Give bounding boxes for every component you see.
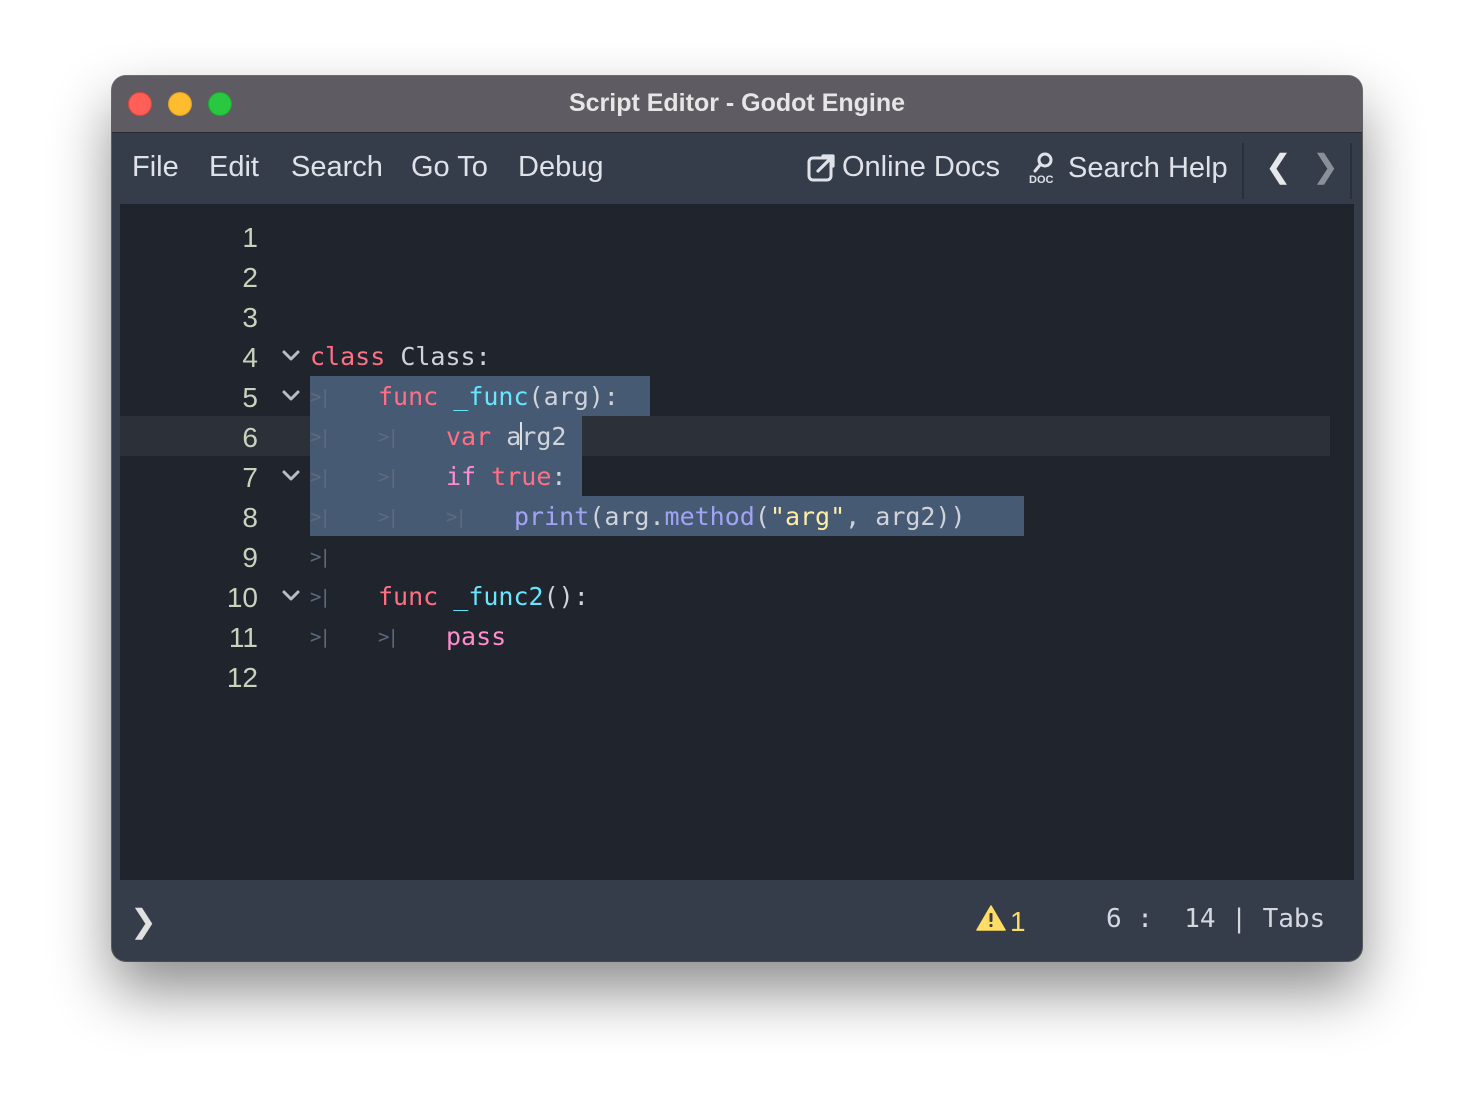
code-text: pass [446,622,507,651]
forward-arrow-icon[interactable]: ❯ [1312,147,1339,185]
indent-mode[interactable]: Tabs [1263,904,1326,934]
code-text: class Class: [310,342,491,371]
menu-file[interactable]: File [132,151,179,184]
online-docs-button[interactable]: Online Docs [806,151,1000,184]
tab-indicator-icon: >| [378,506,399,528]
cursor-line: 6 [1106,904,1122,934]
fold-chevron-icon[interactable] [280,344,302,366]
line-number: 5 [242,382,258,413]
code-line: 8 >| >| >| print(arg.method("arg", arg2)… [120,496,1354,536]
code-line: 7 >| >| if true: [120,456,1354,496]
line-number: 11 [228,622,258,653]
toolbar-divider [1350,143,1352,199]
line-number: 3 [242,302,258,333]
external-link-icon [806,153,836,183]
tab-indicator-icon: >| [378,466,399,488]
tab-indicator-icon: >| [310,626,331,648]
tab-indicator-icon: >| [310,506,331,528]
status-divider: | [1231,904,1247,934]
toolbar-divider [1242,143,1244,199]
code-line: 11 >| >| pass [120,616,1354,656]
code-text: var arg2 [446,422,567,451]
back-arrow-icon[interactable]: ❮ [1265,147,1292,185]
tab-indicator-icon: >| [446,506,467,528]
warning-icon [976,904,1006,939]
doc-search-icon: DOC [1028,151,1062,185]
code-text: func _func(arg): [378,382,619,411]
tab-indicator-icon: >| [310,546,331,568]
tab-indicator-icon: >| [310,586,331,608]
editor-window: Script Editor - Godot Engine File Edit S… [112,76,1362,961]
menu-debug[interactable]: Debug [518,151,603,184]
search-help-label: Search Help [1068,151,1228,184]
code-editor[interactable]: 1 2 3 4 class Class: 5 >| func _func(arg… [120,204,1354,880]
fold-chevron-icon[interactable] [280,584,302,606]
code-line: 10 >| func _func2(): [120,576,1354,616]
line-number: 9 [242,542,258,573]
tab-indicator-icon: >| [310,426,331,448]
search-help-button[interactable]: DOC Search Help [1028,151,1228,186]
menu-bar: File Edit Search Go To Debug Online Docs… [112,133,1362,204]
warnings-button[interactable]: 1 [976,904,1026,939]
code-line: 4 class Class: [120,336,1354,376]
line-number: 8 [242,502,258,533]
code-line-current: 6 >| >| var arg2 [120,416,1354,456]
code-line: 5 >| func _func(arg): [120,376,1354,416]
fold-chevron-icon[interactable] [280,464,302,486]
code-line: 9 >| [120,536,1354,576]
tab-indicator-icon: >| [310,386,331,408]
code-line: 12 [120,656,1354,696]
line-number: 12 [226,662,258,693]
code-text: func _func2(): [378,582,589,611]
line-number: 2 [242,262,258,293]
tab-indicator-icon: >| [310,466,331,488]
online-docs-label: Online Docs [842,151,1000,183]
code-line: 2 [120,256,1354,296]
fold-chevron-icon[interactable] [280,384,302,406]
line-number: 10 [226,582,258,613]
text-cursor [520,422,523,450]
cursor-column: 14 [1184,904,1216,934]
current-line-highlight [120,416,1330,456]
expand-panel-icon[interactable]: ❯ [130,902,157,940]
code-line: 3 [120,296,1354,336]
tab-indicator-icon: >| [378,426,399,448]
title-bar: Script Editor - Godot Engine [112,76,1362,133]
tab-indicator-icon: >| [378,626,399,648]
code-text: if true: [446,462,567,491]
svg-text:DOC: DOC [1029,174,1054,185]
cursor-position: 6 : 14 | Tabs [1106,904,1326,934]
menu-edit[interactable]: Edit [209,151,259,184]
status-bar: ❯ 1 6 : 14 | Tabs [112,880,1362,961]
line-number: 6 [242,422,258,453]
line-number: 1 [242,222,258,253]
window-title: Script Editor - Godot Engine [568,89,906,117]
code-line: 1 [120,216,1354,256]
menu-go-to[interactable]: Go To [411,151,488,184]
menu-search[interactable]: Search [291,151,383,184]
code-text: print(arg.method("arg", arg2)) [514,502,966,531]
warning-count: 1 [1010,905,1026,937]
line-number: 7 [242,462,258,493]
line-number: 4 [242,342,258,373]
